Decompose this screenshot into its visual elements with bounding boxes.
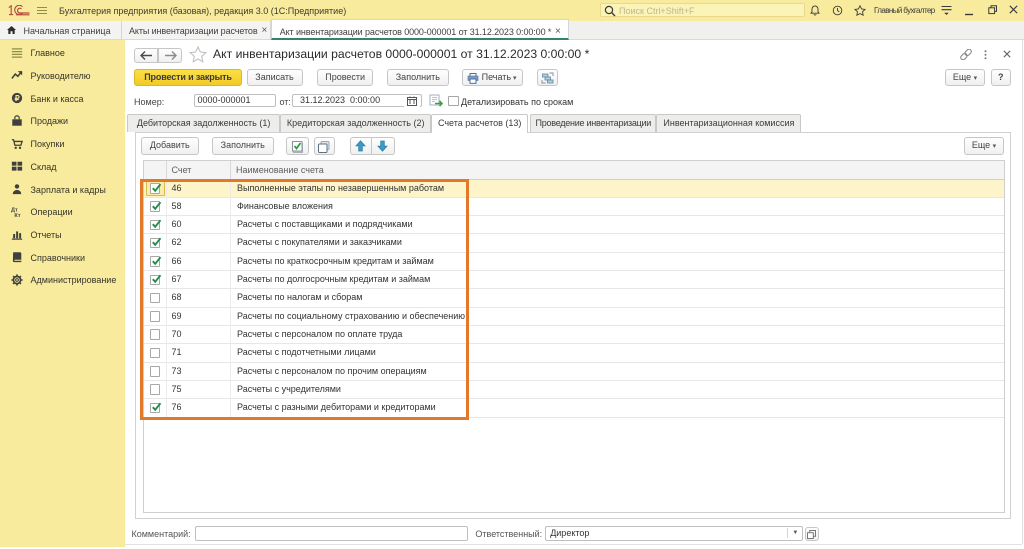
svg-text:₽: ₽ (14, 94, 19, 103)
svg-text:Кт: Кт (14, 213, 20, 218)
